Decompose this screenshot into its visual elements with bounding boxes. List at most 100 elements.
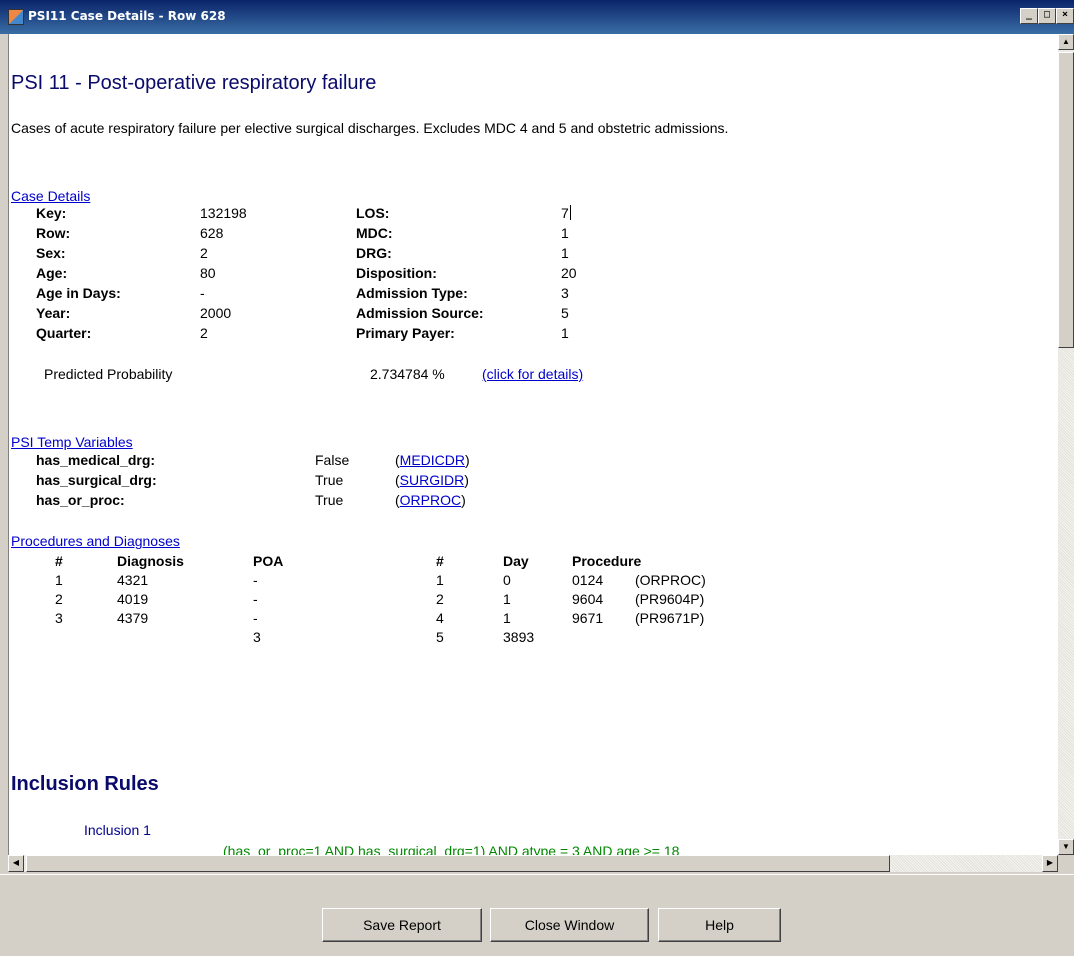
predicted-probability-value: 2.734784 %	[370, 366, 445, 382]
scroll-down-arrow-icon[interactable]: ▼	[1058, 839, 1074, 855]
case-details-section-link[interactable]: Case Details	[11, 188, 90, 204]
temp-var-name: has_or_proc:	[36, 492, 125, 508]
key-label: Key:	[36, 205, 67, 221]
page-title: PSI 11 - Post-operative respiratory fail…	[11, 72, 377, 94]
close-window-icon[interactable]: ×	[1056, 8, 1074, 24]
procedures-and-diagnoses-section-link[interactable]: Procedures and Diagnoses	[11, 533, 180, 549]
scroll-right-arrow-icon[interactable]: ▶	[1042, 855, 1058, 872]
admission-source-value: 5	[561, 305, 569, 321]
admission-type-value: 3	[561, 285, 569, 301]
mdc-label: MDC:	[356, 225, 393, 241]
drg-value: 1	[561, 245, 569, 261]
poa-cell: -	[253, 591, 258, 607]
los-label: LOS:	[356, 205, 390, 221]
year-label: Year:	[36, 305, 71, 321]
probability-details-link[interactable]: (click for details)	[482, 366, 583, 382]
temp-var-name: has_medical_drg:	[36, 452, 156, 468]
inclusion-rules-heading: Inclusion Rules	[11, 773, 159, 795]
orproc-link[interactable]: ORPROC	[400, 492, 461, 508]
vertical-scroll-thumb[interactable]	[1058, 52, 1074, 348]
horizontal-scroll-thumb[interactable]	[26, 855, 890, 872]
procedure-header: Procedure	[572, 553, 642, 569]
title-bar[interactable]: PSI11 Case Details - Row 628 _ □ ×	[0, 0, 1074, 34]
vertical-scrollbar[interactable]: ▲ ▼	[1058, 34, 1074, 855]
disposition-value: 20	[561, 265, 577, 281]
diagnosis-code-cell: 4379	[117, 610, 149, 626]
diag-number-cell: 3	[55, 610, 63, 626]
diagnosis-code-cell: 4321	[117, 572, 149, 588]
poa-header: POA	[253, 553, 284, 569]
row-label: Row:	[36, 225, 71, 241]
diag-number-cell: 2	[55, 591, 63, 607]
diagnosis-header: Diagnosis	[117, 553, 184, 569]
app-icon	[8, 9, 24, 25]
scroll-left-arrow-icon[interactable]: ◀	[8, 855, 24, 872]
temp-var-ref: (MEDICDR)	[395, 452, 470, 468]
procedure-code-cell: 0124	[572, 572, 604, 588]
day-cell: 1	[503, 610, 511, 626]
psi-temp-variables-section-link[interactable]: PSI Temp Variables	[11, 434, 133, 450]
poa-cell: -	[253, 610, 258, 626]
day-header: Day	[503, 553, 529, 569]
predicted-probability-label: Predicted Probability	[44, 366, 173, 382]
scrollbar-corner	[1058, 855, 1074, 872]
procedure-flag-cell: (PR9671P)	[635, 610, 705, 626]
disposition-label: Disposition:	[356, 265, 437, 281]
temp-var-value: False	[315, 452, 350, 468]
proc-number-cell: 5	[436, 629, 444, 645]
age-label: Age:	[36, 265, 68, 281]
proc-number-cell: 2	[436, 591, 444, 607]
day-cell: 1	[503, 591, 511, 607]
proc-number-cell: 4	[436, 610, 444, 626]
mdc-value: 1	[561, 225, 569, 241]
temp-var-ref: (SURGIDR)	[395, 472, 469, 488]
diag-number-cell: 1	[55, 572, 63, 588]
year-value: 2000	[200, 305, 232, 321]
procedure-code-cell: 9671	[572, 610, 604, 626]
save-report-button[interactable]: Save Report	[322, 908, 482, 942]
key-value: 132198	[200, 205, 247, 221]
quarter-label: Quarter:	[36, 325, 92, 341]
measure-description: Cases of acute respiratory failure per e…	[11, 120, 729, 136]
help-button[interactable]: Help	[658, 908, 781, 942]
horizontal-scrollbar[interactable]: ◀ ▶	[8, 855, 1058, 872]
primary-payer-value: 1	[561, 325, 569, 341]
admission-type-label: Admission Type:	[356, 285, 468, 301]
window-title: PSI11 Case Details - Row 628	[28, 9, 226, 23]
procedure-code-cell: 9604	[572, 591, 604, 607]
minimize-button[interactable]: _	[1020, 8, 1038, 24]
poa-cell: 3	[253, 629, 261, 645]
age-value: 80	[200, 265, 216, 281]
procedure-flag-cell: (ORPROC)	[635, 572, 706, 588]
quarter-value: 2	[200, 325, 208, 341]
los-value: 7	[561, 205, 571, 221]
admission-source-label: Admission Source:	[356, 305, 484, 321]
scroll-up-arrow-icon[interactable]: ▲	[1058, 34, 1074, 50]
row-value: 628	[200, 225, 224, 241]
report-view[interactable]: PSI 11 - Post-operative respiratory fail…	[8, 34, 1059, 855]
temp-var-value: True	[315, 472, 344, 488]
button-bar: Save Report Close Window Help	[0, 872, 1074, 956]
inclusion-rule-text: (has_or_proc=1 AND has_surgical_drg=1) A…	[223, 843, 680, 855]
proc-number-header: #	[436, 553, 444, 569]
temp-var-name: has_surgical_drg:	[36, 472, 157, 488]
day-cell: 3893	[503, 629, 535, 645]
text-caret	[569, 205, 571, 220]
primary-payer-label: Primary Payer:	[356, 325, 455, 341]
drg-label: DRG:	[356, 245, 392, 261]
temp-var-value: True	[315, 492, 344, 508]
diag-number-header: #	[55, 553, 63, 569]
poa-cell: -	[253, 572, 258, 588]
procedure-flag-cell: (PR9604P)	[635, 591, 705, 607]
close-window-button[interactable]: Close Window	[490, 908, 649, 942]
inclusion-item-label: Inclusion 1	[84, 822, 151, 838]
proc-number-cell: 1	[436, 572, 444, 588]
medicdr-link[interactable]: MEDICDR	[400, 452, 465, 468]
day-cell: 0	[503, 572, 511, 588]
age-in-days-label: Age in Days:	[36, 285, 121, 301]
surgidr-link[interactable]: SURGIDR	[400, 472, 465, 488]
sex-value: 2	[200, 245, 208, 261]
sex-label: Sex:	[36, 245, 66, 261]
diagnosis-code-cell: 4019	[117, 591, 149, 607]
maximize-button[interactable]: □	[1038, 8, 1056, 24]
